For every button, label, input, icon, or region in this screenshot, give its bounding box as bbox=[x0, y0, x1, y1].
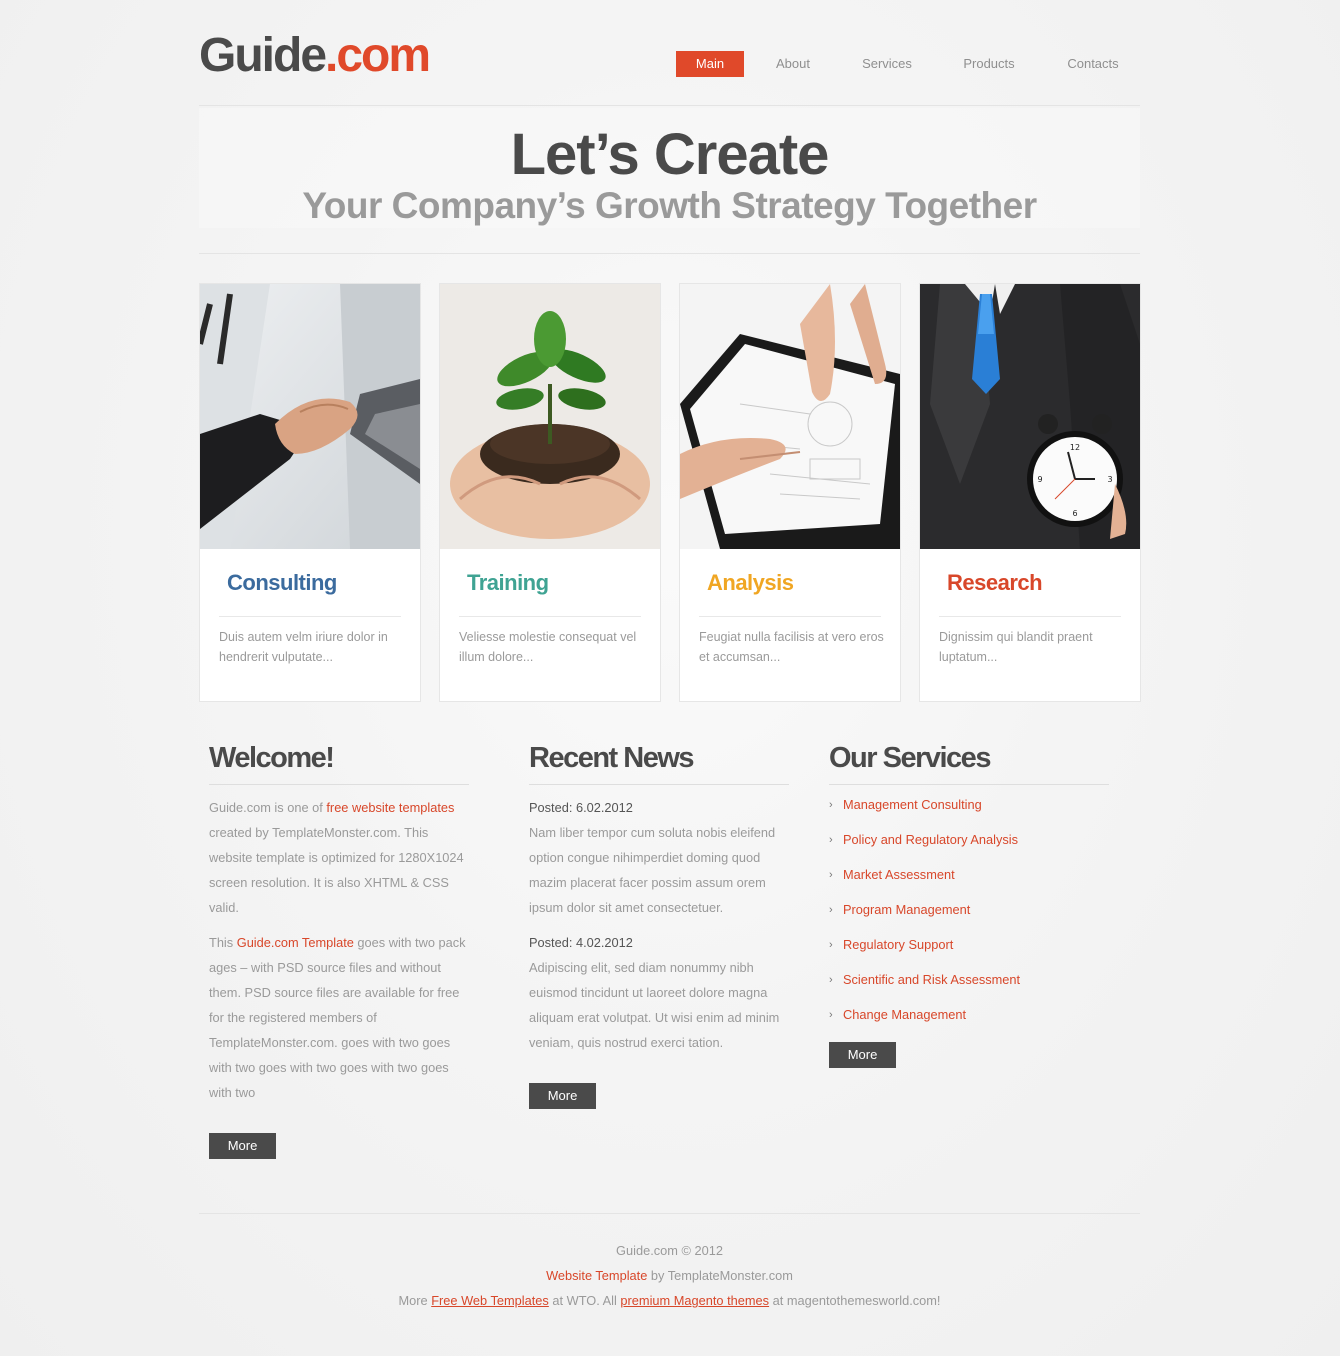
service-link[interactable]: Market Assessment bbox=[843, 867, 955, 882]
news-text: Adipiscing elit, sed diam nonummy nibh e… bbox=[529, 960, 780, 1050]
hero-banner: Let’s Create Your Company’s Growth Strat… bbox=[199, 108, 1140, 228]
news-item: Posted: 6.02.2012 Nam liber tempor cum s… bbox=[529, 795, 789, 920]
news-date: Posted: 6.02.2012 bbox=[529, 800, 633, 815]
our-services-heading: Our Services bbox=[829, 738, 1109, 785]
nav-item-services[interactable]: Services bbox=[842, 51, 932, 77]
plant-in-hands-image bbox=[440, 284, 660, 549]
recent-news-section: Recent News Posted: 6.02.2012 Nam liber … bbox=[529, 738, 789, 1109]
chevron-right-icon: › bbox=[829, 974, 833, 986]
chevron-right-icon: › bbox=[829, 904, 833, 916]
site-logo[interactable]: Guide.com bbox=[199, 28, 431, 84]
card-analysis[interactable]: Analysis Feugiat nulla facilisis at vero… bbox=[679, 283, 901, 702]
card-divider bbox=[219, 616, 401, 617]
chevron-right-icon: › bbox=[829, 1009, 833, 1021]
welcome-section: Welcome! Guide.com is one of free websit… bbox=[209, 738, 469, 1159]
logo-text-domain: .com bbox=[325, 29, 431, 82]
service-link[interactable]: Change Management bbox=[843, 1007, 966, 1022]
card-title[interactable]: Training bbox=[467, 568, 549, 598]
free-templates-link[interactable]: free website templates bbox=[326, 800, 454, 815]
chevron-right-icon: › bbox=[829, 939, 833, 951]
website-template-link[interactable]: Website Template bbox=[546, 1268, 647, 1283]
service-link[interactable]: Management Consulting bbox=[843, 797, 982, 812]
svg-text:12: 12 bbox=[1070, 443, 1080, 452]
site-footer: Guide.com © 2012 Website Template by Tem… bbox=[199, 1238, 1140, 1313]
hero-subtitle: Your Company’s Growth Strategy Together bbox=[302, 185, 1037, 226]
handshake-image bbox=[200, 284, 420, 549]
card-text: Veliesse molestie consequat vel illum do… bbox=[459, 630, 637, 664]
news-body: Posted: 6.02.2012 Nam liber tempor cum s… bbox=[529, 795, 789, 1055]
news-more-button[interactable]: More bbox=[529, 1083, 596, 1109]
footer-text: More bbox=[398, 1293, 432, 1308]
free-web-templates-link[interactable]: Free Web Templates bbox=[431, 1293, 549, 1308]
card-divider bbox=[699, 616, 881, 617]
main-nav: Main About Services Products Contacts bbox=[676, 51, 1140, 77]
welcome-body: Guide.com is one of free website templat… bbox=[209, 795, 469, 1105]
header-divider bbox=[199, 105, 1140, 106]
services-list: › Management Consulting › Policy and Regul… bbox=[829, 795, 1109, 1040]
magento-themes-link[interactable]: premium Magento themes bbox=[620, 1293, 769, 1308]
welcome-text: Guide.com is one of bbox=[209, 800, 327, 815]
footer-divider bbox=[199, 1213, 1140, 1214]
svg-text:9: 9 bbox=[1037, 475, 1042, 484]
news-item: Posted: 4.02.2012 Adipiscing elit, sed d… bbox=[529, 930, 789, 1055]
recent-news-heading: Recent News bbox=[529, 738, 789, 785]
card-title[interactable]: Consulting bbox=[227, 568, 337, 598]
card-research[interactable]: 12 3 6 9 Research Dignissim qui blandit pra… bbox=[919, 283, 1141, 702]
services-more-button[interactable]: More bbox=[829, 1042, 896, 1068]
our-services-section: Our Services › Management Consulting › Pol… bbox=[829, 738, 1109, 1068]
footer-text: at WTO. All bbox=[548, 1293, 621, 1308]
welcome-text: goes with two pack ages – with PSD sourc… bbox=[209, 935, 466, 1100]
nav-item-products[interactable]: Products bbox=[932, 51, 1046, 77]
card-training[interactable]: Training Veliesse molestie consequat vel… bbox=[439, 283, 661, 702]
card-text: Feugiat nulla facilisis at vero eros et … bbox=[699, 630, 884, 664]
service-item: › Program Management bbox=[829, 900, 1109, 935]
card-title[interactable]: Analysis bbox=[707, 568, 794, 598]
card-consulting[interactable]: Consulting Duis autem velm iriure dolor … bbox=[199, 283, 421, 702]
chevron-right-icon: › bbox=[829, 869, 833, 881]
service-item: › Policy and Regulatory Analysis bbox=[829, 830, 1109, 865]
welcome-more-button[interactable]: More bbox=[209, 1133, 276, 1159]
copyright: Guide.com © 2012 bbox=[616, 1243, 723, 1258]
card-divider bbox=[939, 616, 1121, 617]
hero-title: Let’s Create bbox=[510, 122, 830, 187]
card-divider bbox=[459, 616, 641, 617]
service-link[interactable]: Policy and Regulatory Analysis bbox=[843, 832, 1018, 847]
nav-item-contacts[interactable]: Contacts bbox=[1046, 51, 1140, 77]
service-item: › Management Consulting bbox=[829, 795, 1109, 830]
businessman-alarm-clock-image: 12 3 6 9 bbox=[920, 284, 1140, 549]
chevron-right-icon: › bbox=[829, 834, 833, 846]
logo-text-main: Guide bbox=[199, 29, 327, 82]
footer-text: at magentothemesworld.com! bbox=[769, 1293, 941, 1308]
card-text: Dignissim qui blandit praent luptatum... bbox=[939, 630, 1093, 664]
service-item: › Scientific and Risk Assessment bbox=[829, 970, 1109, 1005]
footer-text: by TemplateMonster.com bbox=[647, 1268, 793, 1283]
chevron-right-icon: › bbox=[829, 799, 833, 811]
service-link[interactable]: Scientific and Risk Assessment bbox=[843, 972, 1020, 987]
welcome-heading: Welcome! bbox=[209, 738, 469, 785]
nav-item-about[interactable]: About bbox=[744, 51, 842, 77]
document-analysis-image bbox=[680, 284, 900, 549]
welcome-text: created by TemplateMonster.com. This web… bbox=[209, 825, 464, 915]
welcome-text: This bbox=[209, 935, 237, 950]
guide-template-link[interactable]: Guide.com Template bbox=[237, 935, 354, 950]
svg-text:3: 3 bbox=[1107, 475, 1112, 484]
welcome-paragraph-2: This Guide.com Template goes with two pa… bbox=[209, 930, 469, 1105]
service-link[interactable]: Program Management bbox=[843, 902, 970, 917]
footer-credit: Website Template by TemplateMonster.com bbox=[199, 1263, 1140, 1288]
nav-item-main[interactable]: Main bbox=[676, 51, 744, 77]
hero-divider bbox=[199, 253, 1140, 254]
welcome-paragraph-1: Guide.com is one of free website templat… bbox=[209, 795, 469, 920]
svg-text:6: 6 bbox=[1072, 509, 1077, 518]
service-item: › Market Assessment bbox=[829, 865, 1109, 900]
card-title[interactable]: Research bbox=[947, 568, 1043, 598]
news-date: Posted: 4.02.2012 bbox=[529, 935, 633, 950]
service-link[interactable]: Regulatory Support bbox=[843, 937, 953, 952]
service-item: › Regulatory Support bbox=[829, 935, 1109, 970]
service-item: › Change Management bbox=[829, 1005, 1109, 1040]
footer-promo: More Free Web Templates at WTO. All prem… bbox=[199, 1288, 1140, 1313]
news-text: Nam liber tempor cum soluta nobis eleife… bbox=[529, 825, 776, 915]
card-text: Duis autem velm iriure dolor in hendreri… bbox=[219, 630, 388, 664]
